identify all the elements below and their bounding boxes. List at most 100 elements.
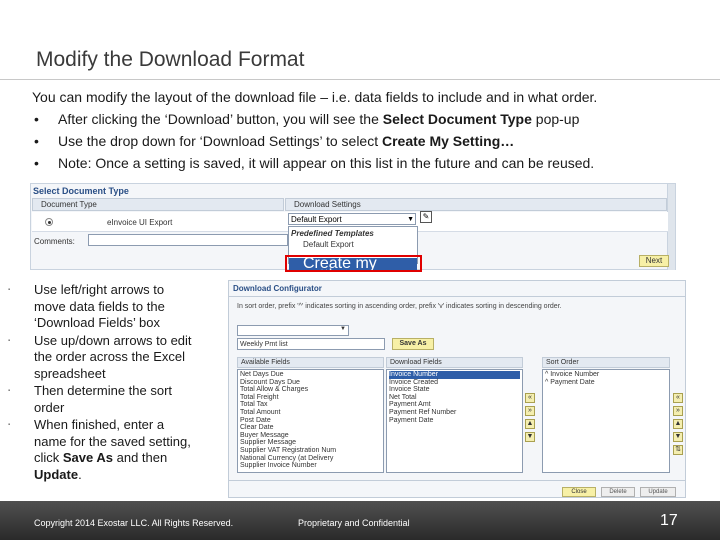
download-fields-header: Download Fields	[386, 357, 523, 368]
highlight-box	[285, 255, 422, 272]
list-item-text: Use up/down arrows to edit the order acr…	[34, 332, 192, 381]
bullet-mark: ▪	[8, 422, 11, 428]
list-item-text: and then	[113, 450, 168, 465]
dropdown-option-default[interactable]: Default Export	[303, 240, 354, 249]
download-order-arrows: « » ▲ ▼	[525, 393, 536, 445]
sort-arrows: « » ▲ ▼ ⇅	[673, 393, 684, 458]
list-item[interactable]: Total Tax	[240, 401, 381, 409]
download-fields-list[interactable]: Invoice Number Invoice Created Invoice Sta…	[386, 369, 523, 473]
list-item-bold: Save As	[62, 450, 113, 465]
comments-label: Comments:	[34, 237, 75, 246]
move-right-icon[interactable]: »	[525, 406, 535, 416]
instruction-list: ▪ Use left/right arrows to move data fie…	[8, 282, 198, 484]
list-item: ▪ Use left/right arrows to move data fie…	[8, 282, 198, 332]
intro-bullet: • After clicking the ‘Download’ button, …	[32, 108, 712, 130]
bullet-bold: Select Document Type	[382, 111, 532, 127]
list-item[interactable]: Payment Ref Number	[389, 409, 520, 417]
proprietary-text: Proprietary and Confidential	[298, 518, 410, 528]
sort-order-note: In sort order, prefix '^' indicates sort…	[237, 303, 562, 310]
bullet-mark: ▪	[8, 287, 11, 293]
list-item[interactable]: Post Date	[240, 417, 381, 425]
available-fields-list[interactable]: Net Days Due Discount Days Due Total Allow…	[237, 369, 384, 473]
list-item[interactable]: Net Total	[389, 394, 520, 402]
list-item: ▪ Use up/down arrows to edit the order a…	[8, 333, 198, 383]
panel-title: Download Configurator	[233, 284, 322, 293]
available-fields-header: Available Fields	[237, 357, 384, 368]
list-item-text: .	[78, 466, 82, 482]
list-item[interactable]: Invoice Created	[389, 379, 520, 387]
page-title: Modify the Download Format	[36, 48, 305, 71]
list-item[interactable]: Payment Amt	[389, 401, 520, 409]
list-item[interactable]: ^ Payment Date	[545, 379, 667, 387]
list-item: ▪ When finished, enter a name for the sa…	[8, 417, 198, 483]
bullet-text: Use the drop down for ‘Download Settings…	[58, 133, 382, 149]
bullet-mark: ▪	[8, 388, 11, 394]
col-header-document-type: Document Type	[32, 198, 284, 211]
move-up-icon[interactable]: ▲	[673, 419, 683, 429]
sort-toggle-icon[interactable]: ⇅	[673, 445, 683, 455]
sort-order-list[interactable]: ^ Invoice Number ^ Payment Date	[542, 369, 670, 473]
list-item-text: Then determine the sort order	[34, 383, 173, 415]
bullet-text: Note: Once a setting is saved, it will a…	[58, 155, 595, 171]
page-number: 17	[660, 512, 678, 529]
list-item-bold: Update	[34, 466, 79, 482]
move-down-icon[interactable]: ▼	[673, 432, 683, 442]
intro-block: You can modify the layout of the downloa…	[32, 86, 712, 174]
intro-bullet: • Use the drop down for ‘Download Settin…	[32, 130, 712, 152]
list-item[interactable]: Buyer Message	[240, 432, 381, 440]
move-left-icon[interactable]: «	[673, 393, 683, 403]
list-item[interactable]: Invoice State	[389, 386, 520, 394]
intro-text: You can modify the layout of the downloa…	[32, 89, 598, 105]
bullet-mark: ▪	[8, 337, 11, 344]
list-item: ▪ Then determine the sort order	[8, 383, 198, 416]
chevron-down-icon: ▼	[407, 216, 414, 223]
col-header-download-settings: Download Settings	[285, 198, 667, 211]
bullet-mark: •	[34, 111, 39, 127]
document-type-value: eInvoice UI Export	[107, 218, 173, 227]
bullet-bold: Create My Setting…	[382, 133, 515, 149]
divider	[229, 480, 685, 481]
list-item[interactable]: Payment Date	[389, 417, 520, 425]
download-settings-select[interactable]: Default Export ▼	[288, 213, 416, 225]
move-right-icon[interactable]: »	[673, 406, 683, 416]
popup-title: Select Document Type	[33, 186, 129, 196]
chevron-down-icon: ▼	[340, 326, 346, 332]
save-as-button[interactable]: Save As	[392, 338, 434, 350]
list-item-text: Use left/right arrows to move data field…	[34, 282, 165, 330]
setting-select[interactable]: ▼	[237, 325, 349, 336]
list-item[interactable]: Discount Days Due	[240, 379, 381, 387]
dropdown-group-label: Predefined Templates	[291, 229, 374, 238]
delete-button[interactable]: Delete	[601, 487, 635, 497]
list-item[interactable]: Supplier Message	[240, 439, 381, 447]
setting-name-input[interactable]: Weekly Pmt list	[237, 338, 385, 350]
list-item[interactable]: Clear Date	[240, 424, 381, 432]
slide-footer: Copyright 2014 Exostar LLC. All Rights R…	[0, 501, 720, 540]
list-item[interactable]: Total Allow & Charges	[240, 386, 381, 394]
document-type-radio[interactable]	[45, 218, 53, 226]
comments-input[interactable]	[88, 234, 288, 246]
title-divider	[0, 79, 720, 80]
download-configurator-panel: Download Configurator In sort order, pre…	[228, 280, 686, 498]
list-item[interactable]: Total Freight	[240, 394, 381, 402]
next-button[interactable]: Next	[639, 255, 669, 267]
move-down-icon[interactable]: ▼	[525, 432, 535, 442]
intro-bullet: • Note: Once a setting is saved, it will…	[32, 152, 712, 174]
edit-setting-icon[interactable]: ✎	[420, 211, 432, 223]
select-value: Default Export	[291, 215, 342, 224]
update-button[interactable]: Update	[640, 487, 676, 497]
list-item[interactable]: Net Days Due	[240, 371, 381, 379]
close-button[interactable]: Close	[562, 487, 596, 497]
list-item[interactable]: Supplier Invoice Number	[240, 462, 381, 470]
bullet-mark: •	[34, 133, 39, 149]
list-item[interactable]: Supplier VAT Registration Num	[240, 447, 381, 455]
move-up-icon[interactable]: ▲	[525, 419, 535, 429]
bullet-text: pop-up	[531, 111, 580, 127]
list-item[interactable]: National Currency (at Delivery	[240, 455, 381, 463]
move-left-icon[interactable]: «	[525, 393, 535, 403]
list-item[interactable]: ^ Invoice Number	[545, 371, 667, 379]
divider	[229, 296, 685, 297]
sort-order-header: Sort Order	[542, 357, 670, 368]
copyright-text: Copyright 2014 Exostar LLC. All Rights R…	[34, 518, 234, 528]
list-item[interactable]: Invoice Number	[389, 371, 520, 379]
list-item[interactable]: Total Amount	[240, 409, 381, 417]
